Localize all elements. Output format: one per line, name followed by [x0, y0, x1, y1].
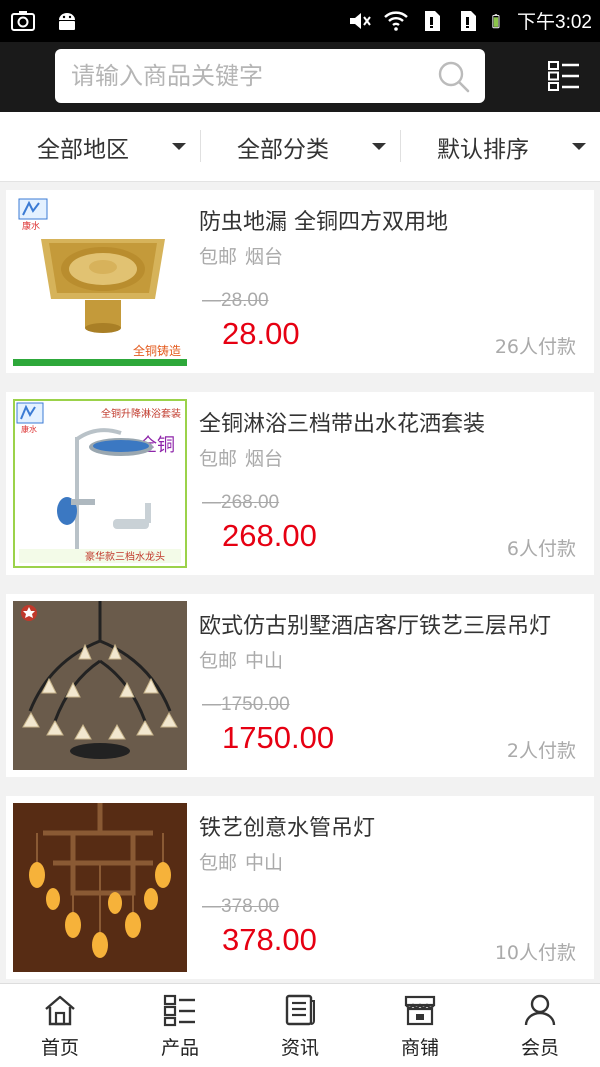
- brand-text: 康水: [22, 220, 40, 232]
- product-title[interactable]: 全铜淋浴三档带出水花洒套装: [199, 406, 584, 438]
- filter-bar: 全部地区 全部分类 默认排序: [0, 112, 600, 182]
- location-tag: 烟台: [245, 246, 284, 268]
- shipping-tag: 包邮: [199, 246, 238, 268]
- product-card[interactable]: 铁艺创意水管吊灯 包邮 中山 —378.00 378.00 10人付款: [6, 796, 594, 979]
- home-icon: [45, 995, 75, 1026]
- product-title[interactable]: 防虫地漏 全铜四方双用地: [199, 204, 584, 236]
- filter-label: 默认排序: [437, 136, 529, 163]
- product-meta: 包邮 烟台: [199, 444, 283, 471]
- product-meta: 包邮 烟台: [199, 242, 283, 269]
- product-card[interactable]: 欧式仿古别墅酒店客厅铁艺三层吊灯 包邮 中山 —1750.00 1750.00 2…: [6, 594, 594, 777]
- sold-count: 26人付款: [494, 336, 576, 358]
- image-caption: 全铜铸造: [133, 343, 181, 358]
- category-menu-icon[interactable]: [548, 60, 580, 92]
- product-image[interactable]: 康水 全铜升降淋浴套装 全铜 豪华款三档水龙头: [13, 399, 187, 568]
- bottom-tab-bar: 首页 产品 资讯 商铺 会员: [0, 983, 600, 1067]
- original-price: —1750.00: [202, 694, 290, 715]
- caret-down-icon: [572, 143, 586, 150]
- shipping-tag: 包邮: [199, 448, 238, 470]
- tab-products[interactable]: 产品: [120, 984, 240, 1067]
- tab-label: 会员: [520, 1037, 559, 1059]
- search-icon[interactable]: [437, 60, 471, 94]
- tab-label: 首页: [40, 1037, 79, 1059]
- sold-count: 10人付款: [494, 942, 576, 964]
- sale-price: 28.00: [222, 316, 300, 351]
- product-image[interactable]: [13, 601, 187, 770]
- product-card[interactable]: 康水 全铜升降淋浴套装 全铜 豪华款三档水龙头 全铜淋浴三档带出水花洒套装 包邮…: [6, 392, 594, 575]
- caret-down-icon: [172, 143, 186, 150]
- location-tag: 中山: [245, 650, 284, 672]
- location-tag: 中山: [245, 852, 284, 874]
- sim2-icon: [461, 10, 477, 31]
- header: [0, 42, 600, 112]
- sale-price: 378.00: [222, 922, 317, 957]
- image-caption: 全铜升降淋浴套装: [101, 407, 181, 420]
- shipping-tag: 包邮: [199, 650, 238, 672]
- product-image[interactable]: [13, 803, 187, 972]
- product-meta: 包邮 中山: [199, 848, 283, 875]
- svg-text:康水: 康水: [21, 424, 37, 434]
- tab-home[interactable]: 首页: [0, 984, 120, 1067]
- product-title[interactable]: 铁艺创意水管吊灯: [199, 810, 584, 842]
- shop-icon: [404, 995, 436, 1026]
- shipping-tag: 包邮: [199, 852, 238, 874]
- tab-news[interactable]: 资讯: [240, 984, 360, 1067]
- products-icon: [163, 994, 195, 1027]
- product-meta: 包邮 中山: [199, 646, 283, 673]
- tab-label: 商铺: [400, 1037, 439, 1059]
- battery-icon: [492, 13, 500, 28]
- tab-label: 资讯: [280, 1037, 319, 1059]
- sale-price: 1750.00: [222, 720, 335, 755]
- android-icon: [59, 13, 75, 30]
- filter-label: 全部地区: [37, 136, 129, 163]
- caret-down-icon: [372, 143, 386, 150]
- filter-category[interactable]: 全部分类: [200, 112, 400, 181]
- member-icon: [524, 994, 556, 1026]
- mute-icon: [350, 12, 371, 29]
- tab-label: 产品: [160, 1037, 199, 1059]
- filter-sort[interactable]: 默认排序: [400, 112, 600, 181]
- status-time: 下午3:02: [517, 12, 592, 33]
- wifi-icon: [384, 10, 408, 31]
- product-card[interactable]: 康水 全铜铸造 防虫地漏 全铜四方双用地 包邮 烟台 —28.00 28.00 2…: [6, 190, 594, 373]
- original-price: —28.00: [202, 290, 269, 311]
- sold-count: 6人付款: [506, 538, 576, 560]
- product-image[interactable]: 康水 全铜铸造: [13, 197, 187, 366]
- tab-member[interactable]: 会员: [480, 984, 600, 1067]
- filter-label: 全部分类: [237, 136, 329, 163]
- sim1-icon: [425, 10, 441, 31]
- search-input[interactable]: [71, 49, 431, 103]
- product-list: 康水 全铜铸造 防虫地漏 全铜四方双用地 包邮 烟台 —28.00 28.00 2…: [6, 190, 594, 998]
- sale-price: 268.00: [222, 518, 317, 553]
- product-title[interactable]: 欧式仿古别墅酒店客厅铁艺三层吊灯: [199, 608, 584, 640]
- tab-shop[interactable]: 商铺: [360, 984, 480, 1067]
- original-price: —378.00: [202, 896, 280, 917]
- image-footer: 豪华款三档水龙头: [85, 550, 165, 563]
- original-price: —268.00: [202, 492, 280, 513]
- screenshot-icon: [11, 11, 35, 31]
- location-tag: 烟台: [245, 448, 284, 470]
- search-box[interactable]: [55, 49, 485, 103]
- news-icon: [285, 994, 315, 1026]
- filter-region[interactable]: 全部地区: [0, 112, 200, 181]
- status-bar: 下午3:02: [0, 0, 600, 42]
- sold-count: 2人付款: [506, 740, 576, 762]
